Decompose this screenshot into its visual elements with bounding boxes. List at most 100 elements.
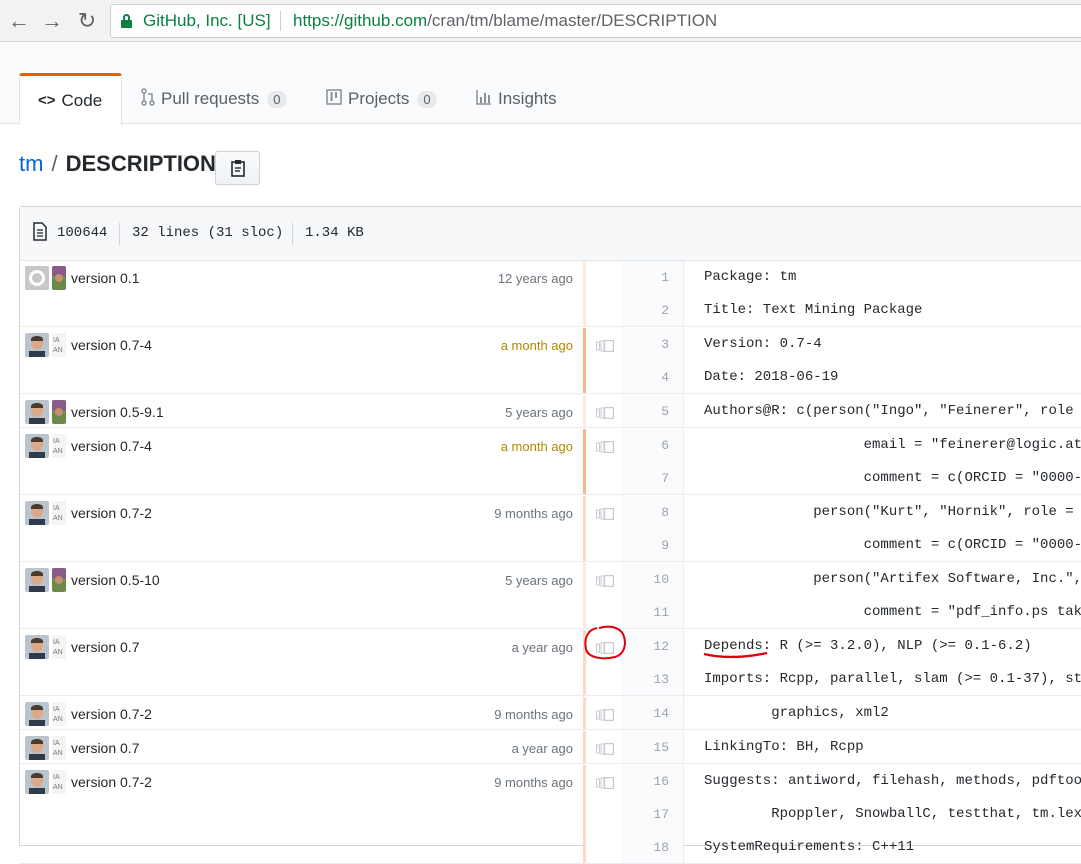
file-info-bar: 100644 32 lines (31 sloc) 1.34 KB bbox=[20, 207, 1081, 261]
code-line: 18 SystemRequirements: C++11 bbox=[20, 831, 1081, 864]
line-code: person("Artifex Software, Inc.", bbox=[704, 571, 1081, 587]
file-lines: 32 lines (31 sloc) bbox=[132, 225, 284, 241]
omnibox-divider bbox=[280, 11, 281, 31]
line-number[interactable]: 18 bbox=[622, 840, 682, 855]
code-line: 1 Package: tm bbox=[20, 261, 1081, 294]
line-number[interactable]: 6 bbox=[622, 438, 682, 453]
clipboard-icon bbox=[230, 160, 245, 177]
line-code: comment = c(ORCID = "0000- bbox=[704, 470, 1081, 486]
code-line: 14 graphics, xml2 bbox=[20, 697, 1081, 730]
code-icon: <> bbox=[38, 92, 56, 109]
line-number[interactable]: 13 bbox=[622, 672, 682, 687]
site-identity: GitHub, Inc. [US] bbox=[143, 11, 271, 30]
line-number[interactable]: 4 bbox=[622, 370, 682, 385]
blame-hunk: version 0.1 12 years ago 1 Package: tm 2 Titl… bbox=[20, 261, 1081, 327]
line-code: comment = c(ORCID = "0000- bbox=[704, 537, 1081, 553]
blame-file-container: 100644 32 lines (31 sloc) 1.34 KB versio… bbox=[19, 206, 1081, 864]
code-line: 4 Date: 2018-06-19 bbox=[20, 361, 1081, 394]
file-size: 1.34 KB bbox=[305, 225, 364, 241]
code-line: 17 Rpoppler, SnowballC, testthat, tm.lex… bbox=[20, 798, 1081, 831]
lock-icon bbox=[121, 14, 132, 28]
tab-insights[interactable]: Insights bbox=[476, 74, 557, 124]
line-code: person("Kurt", "Hornik", role = " bbox=[704, 504, 1081, 520]
projects-counter: 0 bbox=[417, 90, 437, 108]
line-number[interactable]: 7 bbox=[622, 471, 682, 486]
line-code: graphics, xml2 bbox=[704, 705, 889, 721]
info-divider bbox=[292, 223, 293, 245]
line-code: Title: Text Mining Package bbox=[704, 302, 923, 318]
breadcrumb: tm / DESCRIPTION bbox=[19, 151, 216, 177]
info-divider bbox=[119, 223, 120, 245]
blame-hunk: IA AN version 0.7-4 a month ago 3 Version: 0.… bbox=[20, 328, 1081, 394]
code-line: 15 LinkingTo: BH, Rcpp bbox=[20, 731, 1081, 764]
line-code: comment = "pdf_info.ps tak bbox=[704, 604, 1081, 620]
url-text[interactable]: https://github.com/cran/tm/blame/master/… bbox=[293, 11, 717, 31]
reload-icon[interactable]: ↻ bbox=[74, 8, 100, 34]
line-number[interactable]: 11 bbox=[622, 605, 682, 620]
line-code: Package: tm bbox=[704, 269, 797, 285]
line-code: LinkingTo: BH, Rcpp bbox=[704, 739, 864, 755]
code-line: 12 Depends: R (>= 3.2.0), NLP (>= 0.1-6.2… bbox=[20, 630, 1081, 663]
line-number[interactable]: 14 bbox=[622, 706, 682, 721]
red-underline-annotation bbox=[703, 651, 768, 659]
code-line: 8 person("Kurt", "Hornik", role = " bbox=[20, 496, 1081, 529]
code-line: 13 Imports: Rcpp, parallel, slam (>= 0.1-… bbox=[20, 663, 1081, 696]
code-line: 9 comment = c(ORCID = "0000- bbox=[20, 529, 1081, 562]
tab-code[interactable]: <> Code bbox=[19, 73, 122, 125]
code-line: 11 comment = "pdf_info.ps tak bbox=[20, 596, 1081, 629]
blame-hunk: IA AN version 0.7-4 a month ago 6 email = "f… bbox=[20, 429, 1081, 495]
file-mode: 100644 bbox=[57, 225, 108, 241]
line-number[interactable]: 5 bbox=[622, 404, 682, 419]
blame-hunk: IA AN version 0.7-2 9 months ago 16 Suggests:… bbox=[20, 765, 1081, 864]
blame-hunk: IA AN version 0.7 a year ago 15 LinkingTo: BH… bbox=[20, 731, 1081, 764]
line-code: SystemRequirements: C++11 bbox=[704, 839, 915, 855]
copy-path-button[interactable] bbox=[215, 151, 260, 185]
line-code: Rpoppler, SnowballC, testthat, tm.lexi bbox=[704, 806, 1081, 822]
forward-arrow-icon[interactable]: → bbox=[39, 8, 65, 34]
line-number[interactable]: 8 bbox=[622, 505, 682, 520]
tab-code-label: Code bbox=[61, 90, 103, 110]
line-code: email = "feinerer@logic.at bbox=[704, 437, 1081, 453]
tab-pull-requests-label: Pull requests bbox=[161, 89, 260, 108]
breadcrumb-repo-link[interactable]: tm bbox=[19, 151, 43, 177]
line-number[interactable]: 10 bbox=[622, 572, 682, 587]
code-line: 6 email = "feinerer@logic.at bbox=[20, 429, 1081, 462]
url-host: https://github.com bbox=[293, 11, 428, 30]
tab-insights-label: Insights bbox=[498, 89, 557, 108]
blame-hunk: version 0.5-10 5 years ago 10 person("Arti… bbox=[20, 563, 1081, 629]
line-number[interactable]: 15 bbox=[622, 740, 682, 755]
graph-icon bbox=[476, 89, 492, 110]
line-number[interactable]: 17 bbox=[622, 807, 682, 822]
line-number[interactable]: 1 bbox=[622, 270, 682, 285]
line-number[interactable]: 9 bbox=[622, 538, 682, 553]
blame-hunk: IA AN version 0.7-2 9 months ago 14 graphics… bbox=[20, 697, 1081, 730]
blame-hunk: IA AN version 0.7 a year ago 12 Depends: R (>… bbox=[20, 630, 1081, 696]
code-line: 3 Version: 0.7-4 bbox=[20, 328, 1081, 361]
code-line: 10 person("Artifex Software, Inc.", bbox=[20, 563, 1081, 596]
line-number[interactable]: 12 bbox=[622, 639, 682, 654]
blame-hunk: version 0.5-9.1 5 years ago 5 Authors@R: c(… bbox=[20, 395, 1081, 428]
line-number[interactable]: 3 bbox=[622, 337, 682, 352]
tab-pull-requests[interactable]: Pull requests 0 bbox=[141, 74, 287, 124]
line-number[interactable]: 2 bbox=[622, 303, 682, 318]
file-icon bbox=[32, 222, 48, 246]
code-line: 7 comment = c(ORCID = "0000- bbox=[20, 462, 1081, 495]
tab-projects[interactable]: Projects 0 bbox=[326, 74, 437, 124]
code-line: 5 Authors@R: c(person("Ingo", "Feinerer",… bbox=[20, 395, 1081, 428]
url-path: /cran/tm/blame/master/DESCRIPTION bbox=[427, 11, 718, 30]
line-number[interactable]: 16 bbox=[622, 774, 682, 789]
blame-hunk: IA AN version 0.7-2 9 months ago 8 person("K… bbox=[20, 496, 1081, 562]
repo-header: <> Code Pull requests 0 Projects 0 Insig… bbox=[0, 42, 1081, 125]
line-code: Suggests: antiword, filehash, methods, p… bbox=[704, 773, 1081, 789]
pull-requests-counter: 0 bbox=[267, 90, 287, 108]
address-bar[interactable]: GitHub, Inc. [US] https://github.com/cra… bbox=[110, 4, 1081, 38]
breadcrumb-separator: / bbox=[51, 151, 58, 176]
project-icon bbox=[326, 88, 342, 110]
code-line: 16 Suggests: antiword, filehash, methods,… bbox=[20, 765, 1081, 798]
back-arrow-icon[interactable]: ← bbox=[6, 8, 32, 34]
line-code: Version: 0.7-4 bbox=[704, 336, 822, 352]
code-line: 2 Title: Text Mining Package bbox=[20, 294, 1081, 327]
line-code: Authors@R: c(person("Ingo", "Feinerer", … bbox=[704, 403, 1081, 419]
pull-request-icon bbox=[141, 87, 155, 111]
breadcrumb-file: DESCRIPTION bbox=[65, 151, 216, 176]
